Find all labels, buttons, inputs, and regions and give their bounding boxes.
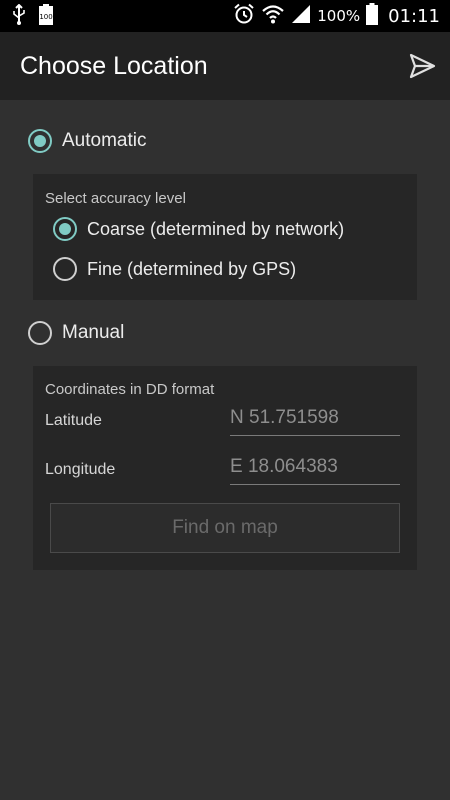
latitude-input[interactable] [230,401,400,435]
automatic-radio-icon[interactable] [28,129,52,153]
status-left-icons: 100 [12,3,54,31]
battery-icon [366,2,379,30]
usb-icon [12,3,26,31]
longitude-field[interactable] [230,450,400,485]
battery-level-text: 100 [39,13,52,21]
signal-icon [291,4,311,29]
automatic-radio-option[interactable]: Automatic [28,129,146,153]
fine-radio-option[interactable]: Fine (determined by GPS) [53,257,296,281]
send-icon [409,53,436,79]
accuracy-caption: Select accuracy level [45,190,186,207]
coordinates-panel: Coordinates in DD format Latitude Longit… [33,366,417,570]
coordinates-caption: Coordinates in DD format [45,381,215,398]
status-right-icons: 100% 01:11 [233,0,440,32]
latitude-label: Latitude [45,412,102,429]
automatic-label: Automatic [62,130,147,151]
clock-time: 01:11 [388,5,440,27]
fine-label: Fine (determined by GPS) [87,258,297,279]
battery-percent: 100% [317,7,361,25]
find-on-map-button[interactable]: Find on map [50,503,400,553]
accuracy-panel: Select accuracy level Coarse (determined… [33,174,417,300]
coarse-label: Coarse (determined by network) [87,218,345,239]
coarse-radio-option[interactable]: Coarse (determined by network) [53,217,344,241]
manual-label: Manual [62,322,125,343]
battery-full-icon: 100 [38,4,54,31]
action-bar: Choose Location [0,32,450,100]
longitude-label: Longitude [45,461,116,478]
wifi-icon [261,3,285,30]
alarm-icon [233,3,255,30]
send-button[interactable] [408,52,436,80]
latitude-field[interactable] [230,401,400,436]
status-bar: 100 100% 01:11 [0,0,450,32]
page-title: Choose Location [20,52,208,80]
fine-radio-icon[interactable] [53,257,77,281]
manual-radio-option[interactable]: Manual [28,321,124,345]
coarse-radio-icon[interactable] [53,217,77,241]
manual-radio-icon[interactable] [28,321,52,345]
longitude-input[interactable] [230,450,400,484]
